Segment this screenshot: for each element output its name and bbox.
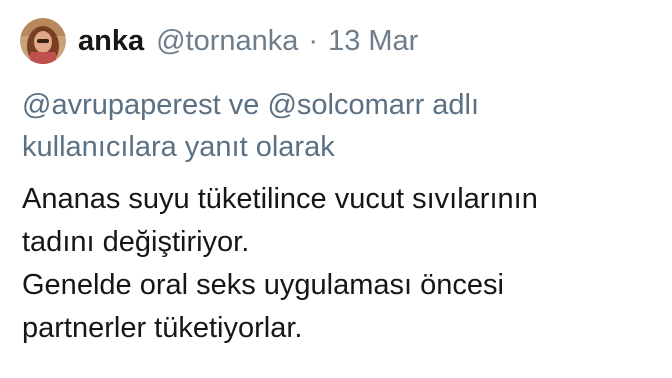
reply-suffix-1: adlı [432,89,480,121]
tweet-date[interactable]: 13 Mar [328,25,418,58]
tweet-body-line: Ananas suyu tüketilince vucut sıvılarını… [22,183,538,215]
reply-context: @avrupaperest ve @solcomarr adlı kullanı… [22,84,642,168]
reply-mention-1[interactable]: @avrupaperest [22,89,221,121]
tweet-body-line: tadını değiştiriyor. [22,226,250,258]
tweet-header: anka @tornanka · 13 Mar [20,14,418,68]
reply-mention-2[interactable]: @solcomarr [267,89,424,121]
user-avatar-icon[interactable] [20,18,66,64]
reply-suffix-2: kullanıcılara yanıt olarak [22,131,335,163]
header-separator: · [308,24,319,57]
tweet-body-line: partnerler tüketiyorlar. [22,312,303,344]
display-name[interactable]: anka [78,25,144,58]
tweet-body-line: Genelde oral seks uygulaması öncesi [22,269,504,301]
avatar-image [20,18,66,64]
tweet-card[interactable]: anka @tornanka · 13 Mar @avrupaperest ve… [0,0,672,378]
reply-connector: ve [228,89,260,121]
user-handle[interactable]: @tornanka [156,25,298,58]
tweet-body: Ananas suyu tüketilince vucut sıvılarını… [22,178,662,350]
